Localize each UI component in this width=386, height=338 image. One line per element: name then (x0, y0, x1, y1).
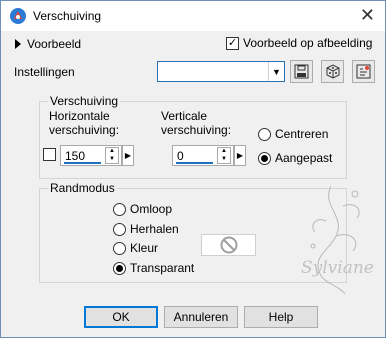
radio-unselected-icon[interactable] (258, 127, 271, 141)
checkbox-checked-icon[interactable]: ✓ (226, 36, 239, 50)
watermark-text: Sylviane (301, 258, 374, 278)
cancel-button[interactable]: Annuleren (164, 306, 238, 328)
radio-unselected-icon[interactable] (113, 241, 126, 255)
no-color-icon (220, 236, 237, 254)
save-preset-button[interactable] (290, 60, 313, 83)
radio-custom-label: Aangepast (275, 151, 333, 165)
radio-selected-icon[interactable] (258, 151, 271, 165)
dialog-window: Verschuiving ✕ Voorbeeld ✓ Voorbeeld op … (0, 0, 386, 338)
reset-button[interactable] (352, 60, 375, 83)
horizontal-offset-value[interactable]: 150 (65, 149, 85, 163)
vertical-label: Verticale verschuiving: (161, 109, 231, 137)
horizontal-label-line1: Horizontale (49, 109, 110, 123)
radio-repeat-label: Herhalen (130, 222, 179, 236)
expand-arrow-icon[interactable] (15, 39, 21, 49)
app-icon (10, 8, 26, 24)
cancel-button-label: Annuleren (173, 310, 229, 324)
radio-transparent[interactable]: Transparant (113, 261, 194, 275)
vertical-label-line2: verschuiving: (161, 123, 232, 137)
input-underline (64, 162, 101, 164)
radio-color-label: Kleur (130, 241, 159, 255)
horizontal-label-line2: verschuiving: (49, 123, 120, 137)
chevron-down-icon[interactable]: ▼ (268, 62, 284, 81)
radio-selected-icon[interactable] (113, 261, 126, 275)
vertical-label-line1: Verticale (161, 109, 208, 123)
preview-on-image-label: Voorbeeld op afbeelding (243, 36, 373, 50)
radio-repeat[interactable]: Herhalen (113, 222, 179, 236)
settings-combo[interactable]: ▼ (157, 61, 285, 82)
signature-watermark: Sylviane (301, 185, 374, 295)
radio-wrap[interactable]: Omloop (113, 202, 172, 216)
ok-button[interactable]: OK (84, 306, 158, 328)
title-bar: Verschuiving ✕ (1, 1, 385, 31)
dice-icon (326, 64, 340, 79)
ok-button-label: OK (112, 310, 130, 324)
radio-unselected-icon[interactable] (113, 202, 126, 216)
settings-label: Instellingen (14, 65, 75, 79)
horizontal-link-checkbox[interactable] (43, 148, 56, 161)
input-underline (176, 162, 213, 164)
stepper-arrows[interactable]: ▲ ▼ (105, 147, 119, 164)
horizontal-label: Horizontale verschuiving: (49, 109, 119, 137)
help-button[interactable]: Help (244, 306, 318, 328)
expand-arrow-small-icon[interactable]: ▶ (234, 145, 246, 166)
vertical-offset-stepper[interactable]: 0 ▲ ▼ (172, 145, 234, 166)
edge-color-swatch[interactable] (201, 234, 256, 256)
help-button-label: Help (268, 310, 294, 324)
close-icon[interactable]: ✕ (360, 5, 375, 25)
vertical-offset-value[interactable]: 0 (177, 149, 184, 163)
stepper-arrows[interactable]: ▲ ▼ (217, 147, 231, 164)
edge-mode-group-title: Randmodus (48, 181, 117, 195)
radio-wrap-label: Omloop (130, 202, 173, 216)
horizontal-offset-stepper[interactable]: 150 ▲ ▼ (60, 145, 122, 166)
randomize-button[interactable] (321, 60, 344, 83)
radio-custom[interactable]: Aangepast (258, 151, 332, 165)
radio-color[interactable]: Kleur (113, 241, 158, 255)
window-title: Verschuiving (33, 9, 102, 23)
expand-arrow-small-icon[interactable]: ▶ (122, 145, 134, 166)
radio-center-label: Centreren (275, 127, 329, 141)
offset-group-title: Verschuiving (48, 94, 121, 108)
radio-transparent-label: Transparant (130, 261, 195, 275)
radio-unselected-icon[interactable] (113, 222, 126, 236)
preview-toggle-label: Voorbeeld (27, 37, 82, 51)
save-icon (294, 64, 309, 79)
preview-toggle[interactable]: Voorbeeld (15, 37, 81, 51)
preview-on-image-checkbox[interactable]: ✓ Voorbeeld op afbeelding (226, 36, 372, 50)
radio-center[interactable]: Centreren (258, 127, 328, 141)
reset-icon (356, 64, 371, 79)
